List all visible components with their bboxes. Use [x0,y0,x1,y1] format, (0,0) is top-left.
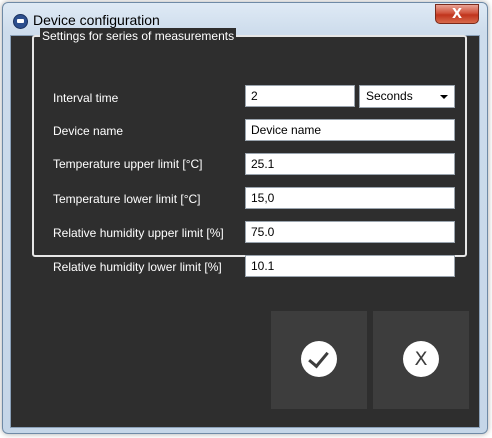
interval-unit-select[interactable]: Seconds [359,85,455,108]
interval-unit-value: Seconds [366,89,413,103]
temp-upper-input[interactable]: 25.1 [245,153,455,175]
dropdown-arrow-icon[interactable] [440,95,448,99]
cancel-circle: X [403,341,439,377]
x-icon: X [414,348,428,370]
device-name-label: Device name [53,124,124,138]
rh-upper-label: Relative humidity upper limit [%] [53,226,224,240]
ok-circle [301,341,337,377]
device-name-input[interactable]: Device name [245,119,455,141]
rh-lower-input[interactable]: 10.1 [245,255,455,277]
interval-time-label: Interval time [53,91,119,105]
app-logo-icon [13,14,28,29]
ok-button[interactable] [271,311,367,409]
window-title: Device configuration [33,12,160,28]
temp-lower-label: Temperature lower limit [°C] [53,192,201,206]
cancel-button[interactable]: X [373,311,469,409]
temp-upper-label: Temperature upper limit [°C] [53,157,203,171]
interval-time-input[interactable]: 2 [245,85,355,107]
rh-upper-input[interactable]: 75.0 [245,221,455,243]
rh-lower-label: Relative humidity lower limit [%] [53,260,222,274]
checkmark-icon [308,346,329,369]
temp-lower-input[interactable]: 15,0 [245,187,455,209]
close-button[interactable]: X [435,4,479,24]
groupbox-title: Settings for series of measurements [40,28,237,44]
